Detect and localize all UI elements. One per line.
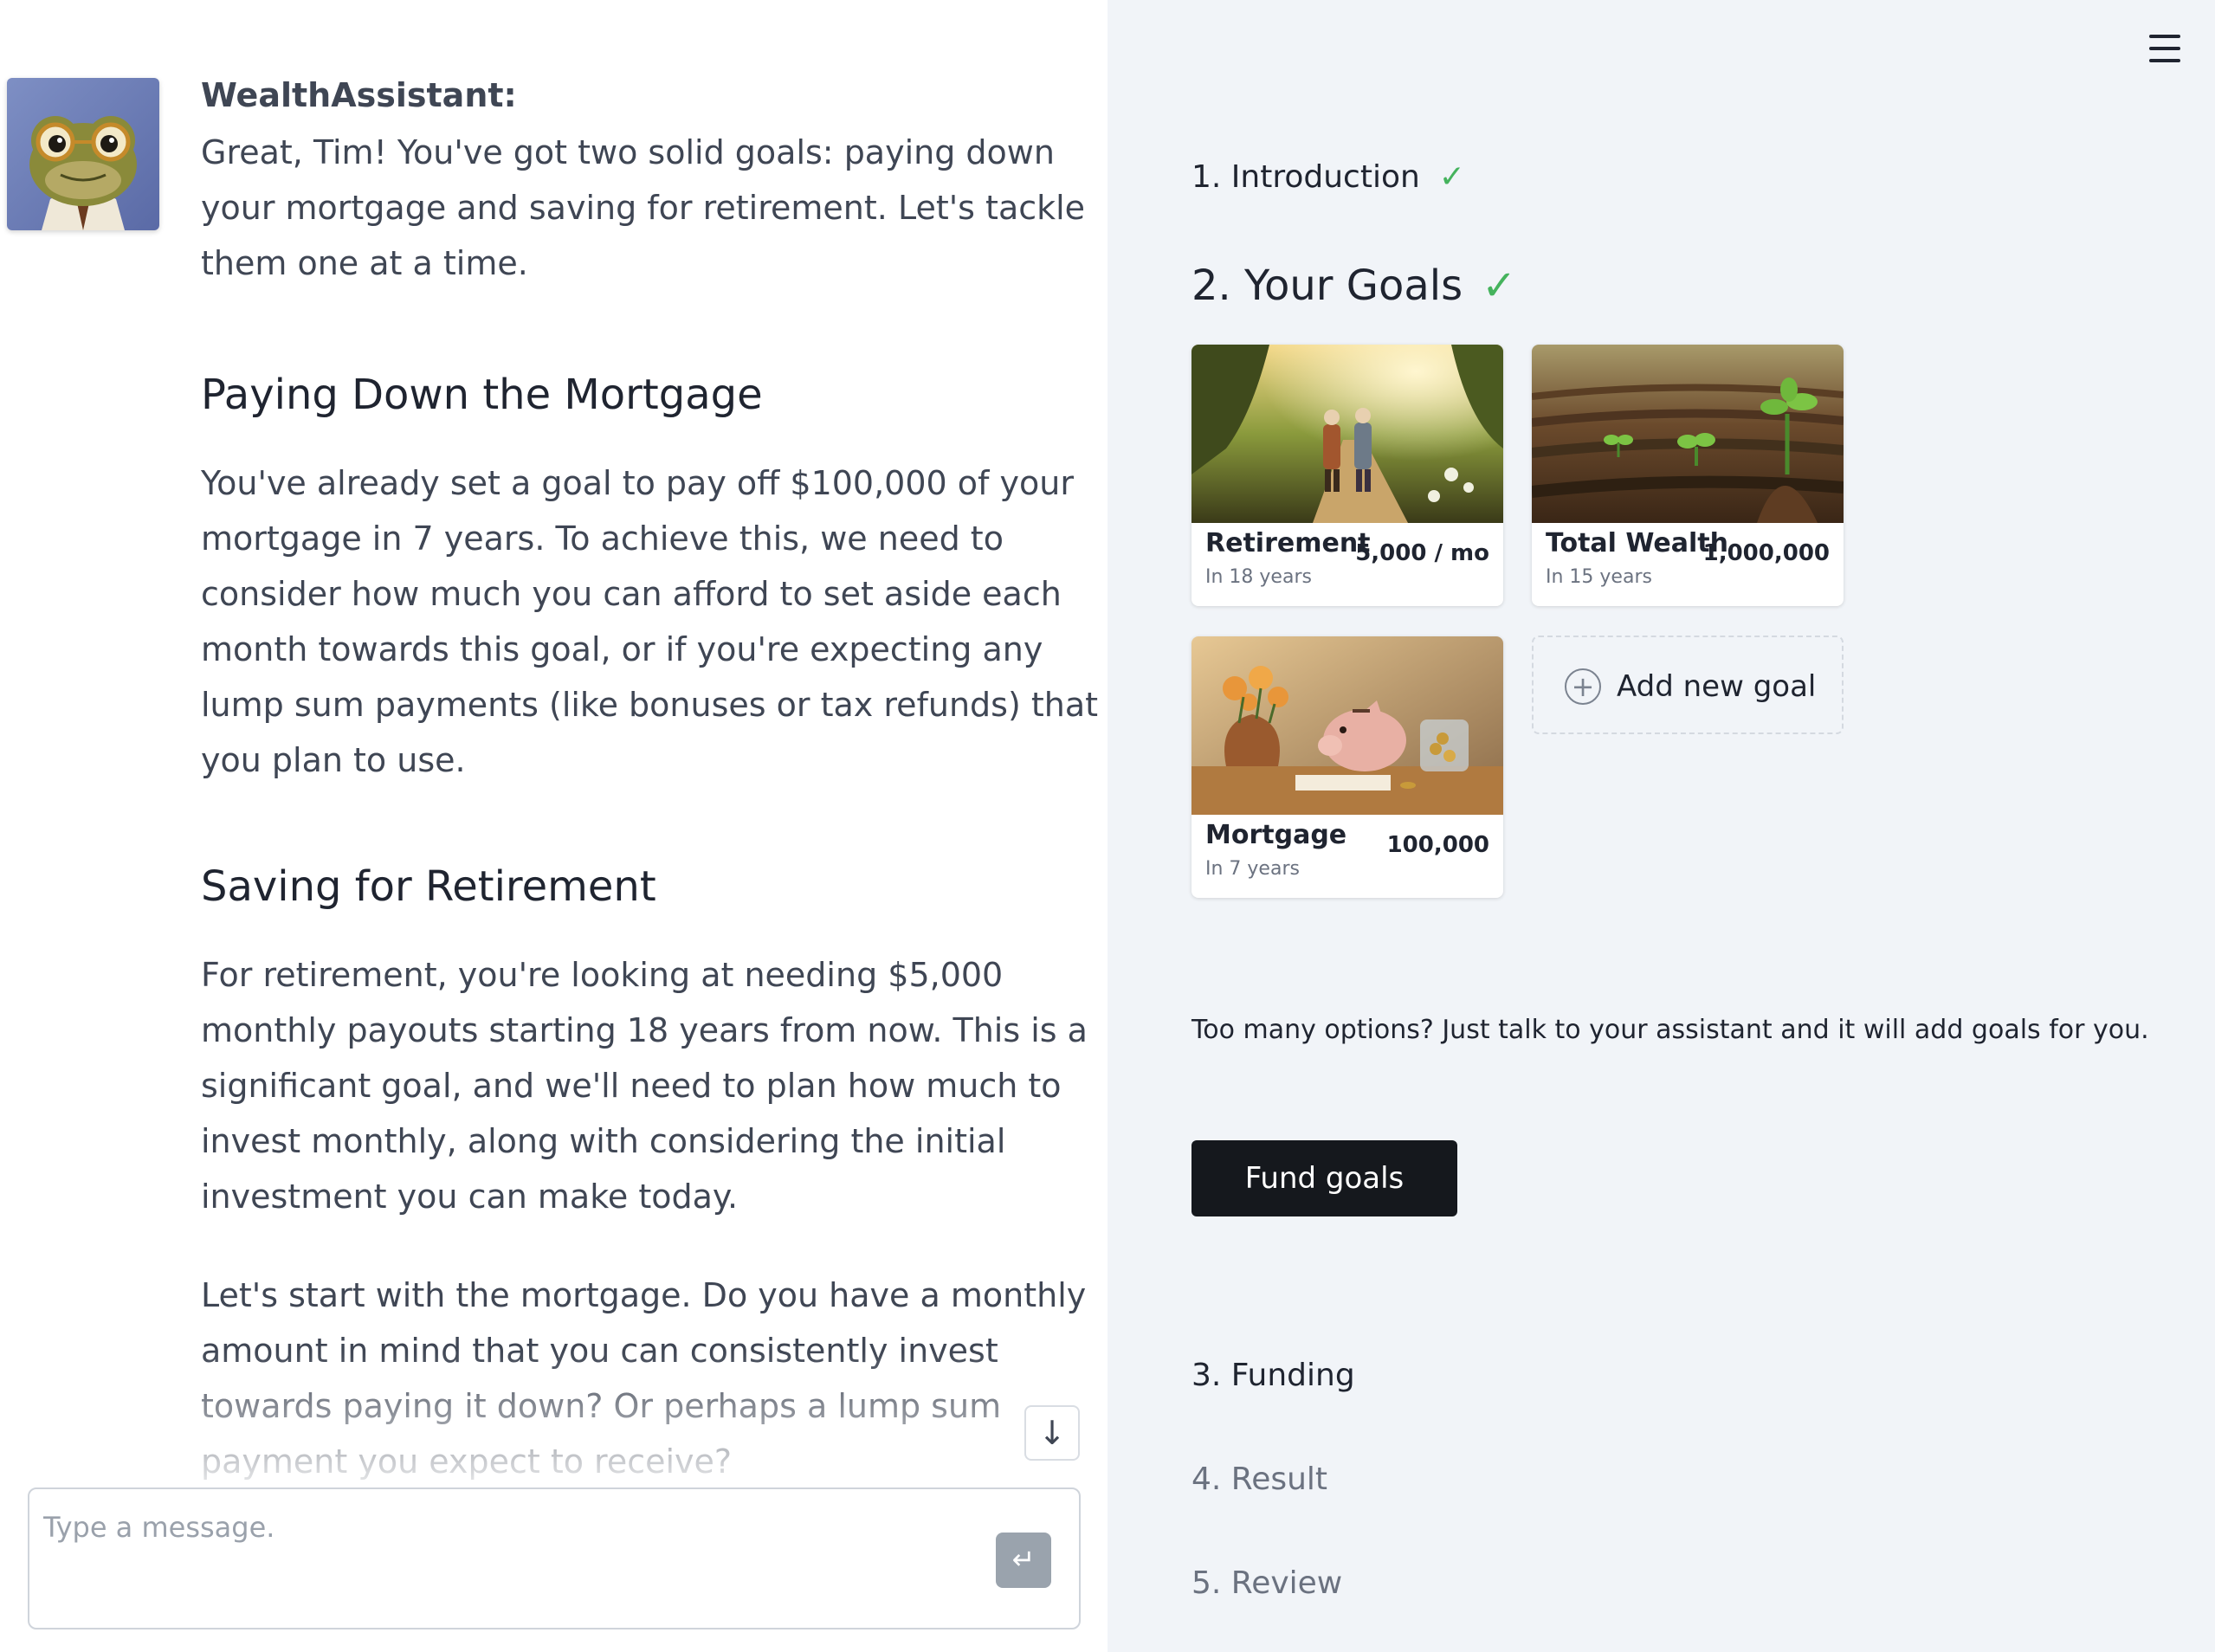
add-goal-label: Add new goal (1617, 669, 1817, 704)
message-paragraph: For retirement, you're looking at needin… (201, 956, 1088, 1216)
message-heading: Paying Down the Mortgage (201, 371, 763, 419)
sprouting-plants-soil-image (1532, 345, 1844, 523)
enter-icon: ↵ (1011, 1543, 1036, 1576)
goal-amount: 1,000,000 (1702, 540, 1830, 566)
checkmark-icon: ✓ (1438, 159, 1465, 195)
goal-amount: 5,000 / mo (1355, 540, 1489, 566)
chat-panel: WealthAssistant: Great, Tim! You've got … (0, 0, 1108, 1652)
goal-name: Mortgage (1205, 820, 1347, 850)
assistant-message: WealthAssistant: Great, Tim! You've got … (201, 71, 1101, 1489)
piggy-bank-coins-image (1191, 636, 1503, 815)
scroll-to-bottom-button[interactable]: ↓ (1024, 1405, 1080, 1461)
checkmark-icon: ✓ (1482, 261, 1517, 310)
assistant-avatar (7, 78, 159, 230)
message-paragraph: Great, Tim! You've got two solid goals: … (201, 133, 1086, 282)
frog-avatar-image (7, 78, 159, 230)
message-sender: WealthAssistant: (201, 76, 517, 114)
elderly-couple-walking-path-image (1191, 345, 1503, 523)
goal-timeframe: In 7 years (1205, 858, 1300, 880)
step-funding[interactable]: 3. Funding (1191, 1358, 1355, 1393)
step-label: 4. Result (1191, 1462, 1328, 1497)
step-label: 5. Review (1191, 1565, 1343, 1601)
step-your-goals[interactable]: 2. Your Goals ✓ (1191, 261, 1516, 310)
message-composer[interactable]: ↵ (28, 1487, 1081, 1629)
step-introduction[interactable]: 1. Introduction ✓ (1191, 159, 1465, 195)
message-heading: Saving for Retirement (201, 862, 656, 911)
send-button[interactable]: ↵ (996, 1533, 1051, 1588)
goals-hint-text: Too many options? Just talk to your assi… (1191, 1015, 2149, 1045)
goal-card-mortgage[interactable]: Mortgage In 7 years 100,000 (1191, 636, 1503, 898)
arrow-down-icon: ↓ (1038, 1414, 1066, 1452)
goal-card-retirement[interactable]: Retirement In 18 years 5,000 / mo (1191, 345, 1503, 606)
goal-timeframe: In 15 years (1546, 566, 1652, 588)
step-label: 3. Funding (1191, 1358, 1355, 1393)
goal-name: Retirement (1205, 528, 1371, 558)
goal-name: Total Wealth (1546, 528, 1728, 558)
step-label: 2. Your Goals (1191, 261, 1463, 310)
message-paragraph: You've already set a goal to pay off $10… (201, 464, 1099, 779)
hamburger-menu-icon[interactable] (2149, 35, 2180, 62)
message-input[interactable] (43, 1507, 996, 1548)
step-review[interactable]: 5. Review (1191, 1565, 1342, 1601)
add-new-goal-button[interactable]: + Add new goal (1532, 636, 1844, 734)
plus-circle-icon: + (1565, 668, 1601, 705)
fund-goals-button[interactable]: Fund goals (1191, 1140, 1457, 1216)
step-result[interactable]: 4. Result (1191, 1462, 1327, 1497)
step-label: 1. Introduction (1191, 159, 1420, 195)
goal-amount: 100,000 (1386, 832, 1489, 858)
goal-card-total-wealth[interactable]: Total Wealth In 15 years 1,000,000 (1532, 345, 1844, 606)
goal-timeframe: In 18 years (1205, 566, 1312, 588)
scroll-fade (0, 1351, 1108, 1489)
